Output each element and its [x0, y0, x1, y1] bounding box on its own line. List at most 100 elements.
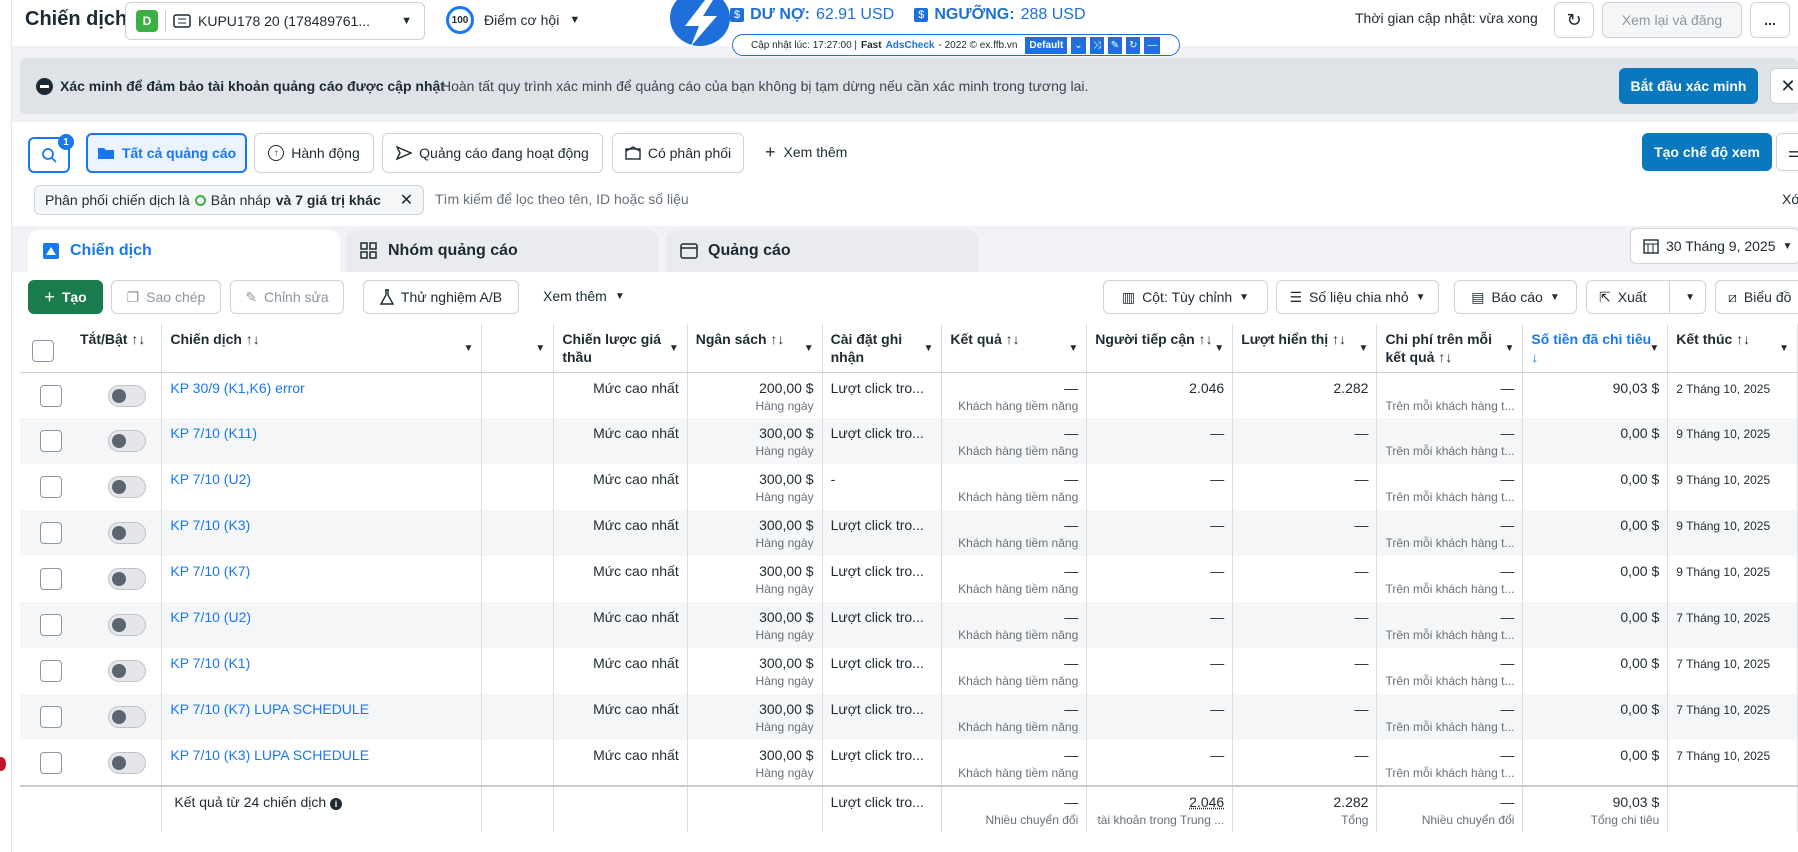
column-header-attribution[interactable]: Cài đặt ghi nhận ▼ — [822, 324, 943, 373]
tab-campaigns[interactable]: Chiến dịch — [28, 230, 340, 272]
campaign-toggle[interactable] — [108, 706, 146, 728]
campaign-name-link[interactable]: KP 7/10 (K11) — [170, 425, 257, 441]
mode-select[interactable]: Default — [1025, 36, 1068, 54]
column-header-toggle[interactable]: Tắt/Bật ↑↓ — [20, 324, 163, 373]
active-ads-button[interactable]: Quảng cáo đang hoạt động — [382, 133, 603, 173]
refresh-icon[interactable]: ↻ — [1126, 36, 1141, 54]
active-ads-label: Quảng cáo đang hoạt động — [419, 145, 589, 161]
campaign-toggle[interactable] — [108, 476, 146, 498]
budget-value: 300,00 $ — [759, 747, 814, 763]
start-verification-button[interactable]: Bắt đầu xác minh — [1619, 68, 1758, 104]
edit-button[interactable]: ✎ Chỉnh sửa — [230, 280, 344, 314]
view-settings-button[interactable]: ⚌ — [1776, 133, 1798, 171]
filter-search-input[interactable]: Tìm kiếm để lọc theo tên, ID hoặc số liệ… — [435, 191, 689, 207]
select-all-checkbox[interactable] — [32, 340, 54, 362]
column-header-impressions[interactable]: Lượt hiển thị ↑↓ ▼ — [1232, 324, 1378, 373]
table-row[interactable]: KP 7/10 (K1) Mức cao nhất 300,00 $ Hàng ngà… — [20, 648, 1798, 694]
columns-icon: ▥ — [1121, 288, 1136, 305]
campaign-toggle[interactable] — [108, 614, 146, 636]
info-icon[interactable]: i — [330, 798, 343, 810]
column-header-bid[interactable]: Chiến lược giá thầu ▼ — [553, 324, 688, 373]
column-header-campaign[interactable]: Chiến dịch ↑↓ ▼ — [161, 324, 483, 373]
chip-value: Bản nháp — [210, 192, 271, 208]
table-row[interactable]: KP 7/10 (U2) Mức cao nhất 300,00 $ Hàng ngà… — [20, 602, 1798, 648]
column-header-spent[interactable]: Số tiền đã chi tiêu ↓ ▼ — [1522, 324, 1669, 373]
campaign-name-link[interactable]: KP 7/10 (K7) LUPA SCHEDULE — [170, 701, 369, 717]
account-selector[interactable]: D KUPU178 20 (178489761... ▼ — [125, 2, 425, 40]
minimize-icon[interactable]: — — [1144, 36, 1161, 54]
row-checkbox[interactable] — [40, 752, 62, 774]
column-header-results[interactable]: Kết quả ↑↓ ▼ — [941, 324, 1088, 373]
tab-ads[interactable]: Quảng cáo — [666, 230, 978, 272]
column-header-reach[interactable]: Người tiếp cận ↑↓ ▼ — [1086, 324, 1234, 373]
debt-label: DƯ NỢ: — [750, 6, 810, 23]
campaign-toggle[interactable] — [108, 660, 146, 682]
column-header-end[interactable]: Kết thúc ↑↓ ▼ — [1667, 324, 1798, 373]
impressions-value: — — [1354, 701, 1369, 717]
table-row[interactable]: KP 7/10 (K7) Mức cao nhất 300,00 $ Hàng ngà… — [20, 556, 1798, 602]
row-checkbox[interactable] — [40, 614, 62, 636]
refresh-button[interactable]: ↻ — [1554, 2, 1594, 38]
grid-icon — [360, 242, 377, 259]
table-row[interactable]: KP 7/10 (U2) Mức cao nhất 300,00 $ Hàng ngà… — [20, 464, 1798, 510]
row-checkbox[interactable] — [40, 706, 62, 728]
more-options-button[interactable]: ... — [1750, 2, 1790, 38]
end-date: 2 Tháng 10, 2025 — [1676, 381, 1771, 396]
row-checkbox[interactable] — [40, 660, 62, 682]
campaign-toggle[interactable] — [108, 752, 146, 774]
result-value: — — [1064, 471, 1079, 487]
campaign-name-link[interactable]: KP 7/10 (K1) — [170, 655, 250, 671]
export-button[interactable]: ⇱ Xuất ▼ — [1586, 280, 1706, 314]
toolbar-more[interactable]: Xem thêm ▼ — [543, 288, 625, 304]
charts-button[interactable]: ⧄ Biểu đồ — [1715, 280, 1798, 314]
breakdown-button[interactable]: ☰ Số liệu chia nhỏ ▼ — [1276, 280, 1439, 314]
opportunity-score[interactable]: 100 Điểm cơ hội ▼ — [446, 4, 580, 36]
table-row[interactable]: KP 7/10 (K3) LUPA SCHEDULE Mức cao nhất 30… — [20, 740, 1798, 786]
campaign-toggle[interactable] — [108, 568, 146, 590]
reports-button[interactable]: ▤ Báo cáo ▼ — [1454, 280, 1577, 314]
clear-filters[interactable]: Xó — [1782, 191, 1798, 207]
edit-icon[interactable]: ✎ — [1107, 36, 1123, 54]
row-checkbox[interactable] — [40, 476, 62, 498]
campaign-name-link[interactable]: KP 7/10 (U2) — [170, 471, 251, 487]
all-ads-button[interactable]: Tất cả quảng cáo — [86, 133, 247, 173]
chevron-down-icon: ▼ — [614, 290, 625, 302]
tab-adsets[interactable]: Nhóm quảng cáo — [346, 230, 658, 272]
campaign-name-link[interactable]: KP 7/10 (K7) — [170, 563, 250, 579]
close-banner-button[interactable]: ✕ — [1770, 68, 1798, 104]
campaign-toggle[interactable] — [108, 384, 146, 407]
close-icon[interactable]: ✕ — [400, 190, 413, 210]
filter-chip[interactable]: Phân phối chiến dịch là Bản nháp và 7 gi… — [34, 185, 425, 215]
campaign-name-link[interactable]: KP 7/10 (U2) — [170, 609, 251, 625]
row-checkbox[interactable] — [40, 522, 62, 544]
campaign-name-link[interactable]: KP 7/10 (K3) LUPA SCHEDULE — [170, 747, 369, 763]
date-range-picker[interactable]: 30 Tháng 9, 2025 ▼ — [1630, 228, 1798, 264]
actions-button[interactable]: ↑ Hành động — [254, 133, 374, 173]
create-view-button[interactable]: Tạo chế độ xem — [1642, 133, 1772, 171]
shuffle-icon[interactable]: ⤨ — [1089, 36, 1104, 54]
create-button[interactable]: + Tạo — [28, 280, 103, 314]
column-header-budget[interactable]: Ngân sách ↑↓ ▼ — [687, 324, 823, 373]
row-checkbox[interactable] — [40, 384, 62, 407]
chip-more: và 7 giá trị khác — [275, 192, 381, 208]
table-row[interactable]: KP 7/10 (K3) Mức cao nhất 300,00 $ Hàng ngà… — [20, 510, 1798, 556]
campaign-toggle[interactable] — [108, 430, 146, 452]
table-row[interactable]: KP 7/10 (K7) LUPA SCHEDULE Mức cao nhất 30… — [20, 694, 1798, 740]
campaign-name-link[interactable]: KP 30/9 (K1,K6) error — [170, 380, 304, 396]
see-more-filters[interactable]: + Xem thêm — [765, 143, 847, 161]
campaign-name-link[interactable]: KP 7/10 (K3) — [170, 517, 250, 533]
duplicate-button[interactable]: ❐ Sao chép — [111, 280, 221, 314]
columns-button[interactable]: ▥ Cột: Tùy chỉnh ▼ — [1103, 280, 1268, 314]
attribution-setting: Lượt click tro... — [830, 655, 924, 671]
table-row[interactable]: KP 30/9 (K1,K6) error Mức cao nhất 200,00 … — [20, 372, 1798, 418]
campaign-toggle[interactable] — [108, 522, 146, 544]
column-header-cpr[interactable]: Chi phí trên mỗi kết quả ↑↓ ▼ — [1376, 324, 1524, 373]
review-publish-button[interactable]: Xem lại và đăng — [1602, 2, 1742, 38]
ab-test-button[interactable]: Thử nghiệm A/B — [363, 280, 519, 314]
delivered-button[interactable]: Có phân phối — [612, 133, 744, 173]
chevron-down-icon[interactable]: ⌄ — [1071, 36, 1086, 54]
ad-icon — [680, 243, 698, 259]
row-checkbox[interactable] — [40, 568, 62, 590]
table-row[interactable]: KP 7/10 (K11) Mức cao nhất 300,00 $ Hàng ng… — [20, 418, 1798, 464]
row-checkbox[interactable] — [40, 430, 62, 452]
